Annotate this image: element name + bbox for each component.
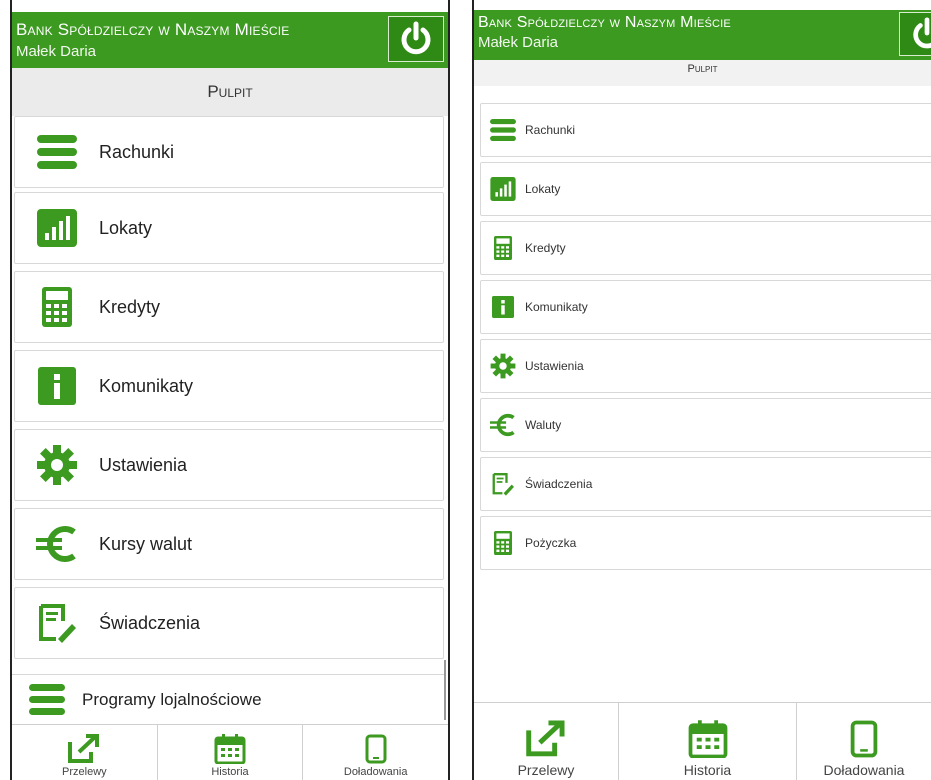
transfer-icon	[68, 734, 100, 763]
menu-item-programy-lojalnosciowe[interactable]: Programy lojalnościowe	[12, 674, 444, 724]
menu-label: Rachunki	[99, 141, 175, 162]
bank-name: Bank Spółdzielczy w Naszym Mieście	[478, 14, 731, 31]
menu-item-pozyczka[interactable]: Pożyczka	[480, 516, 931, 570]
nav-label: Doładowania	[823, 762, 905, 778]
gear-icon	[481, 353, 525, 379]
phone-icon	[850, 720, 878, 758]
scrollbar[interactable]	[444, 660, 446, 720]
page-title: Pulpit	[12, 68, 448, 116]
calendar-icon	[688, 720, 727, 758]
menu-label: Świadczenia	[99, 612, 201, 633]
nav-label: Historia	[211, 766, 249, 778]
menu-item-ustawienia[interactable]: Ustawienia	[14, 429, 444, 501]
menu-label: Komunikaty	[525, 300, 588, 314]
bank-name: Bank Spółdzielczy w Naszym Mieście	[16, 20, 290, 39]
nav-doladowania[interactable]: Doładowania	[797, 703, 931, 780]
calculator-icon	[481, 235, 525, 261]
menu-label: Świadczenia	[525, 477, 593, 491]
menu-label: Kredyty	[99, 296, 161, 317]
menu-item-lokaty[interactable]: Lokaty	[14, 192, 444, 264]
calendar-icon	[214, 734, 246, 764]
bottom-nav: Przelewy Historia Doładowania	[474, 702, 931, 780]
menu-item-kursy-walut[interactable]: Kursy walut	[14, 508, 444, 580]
nav-label: Przelewy	[62, 766, 107, 778]
list-icon	[481, 119, 525, 141]
nav-przelewy[interactable]: Przelewy	[474, 703, 619, 780]
bar-chart-icon	[481, 177, 525, 201]
menu-label: Pożyczka	[525, 536, 577, 550]
menu-item-rachunki[interactable]: Rachunki	[480, 103, 931, 157]
logout-button[interactable]	[899, 12, 931, 56]
calculator-icon	[15, 287, 99, 327]
power-icon	[401, 21, 431, 55]
info-icon	[481, 296, 525, 318]
menu-item-komunikaty[interactable]: Komunikaty	[480, 280, 931, 334]
calculator-icon	[481, 530, 525, 556]
app-header: Bank Spółdzielczy w Naszym Mieście Małek…	[474, 10, 931, 60]
document-edit-icon	[15, 603, 99, 643]
menu-item-lokaty[interactable]: Lokaty	[480, 162, 931, 216]
nav-doladowania[interactable]: Doładowania	[303, 725, 448, 780]
menu-item-kredyty[interactable]: Kredyty	[14, 271, 444, 343]
nav-przelewy[interactable]: Przelewy	[12, 725, 158, 780]
phone-icon	[365, 734, 387, 764]
right-screen: Bank Spółdzielczy w Naszym Mieście Małek…	[472, 0, 931, 780]
menu-label: Komunikaty	[99, 375, 194, 396]
menu-item-swiadczenia[interactable]: Świadczenia	[14, 587, 444, 659]
document-edit-icon	[481, 472, 525, 496]
menu-label: Ustawienia	[525, 359, 584, 373]
logout-button[interactable]	[388, 16, 444, 62]
nav-label: Przelewy	[517, 762, 575, 778]
nav-label: Historia	[683, 762, 732, 778]
page-title: Pulpit	[474, 60, 931, 86]
menu-label: Lokaty	[525, 182, 561, 196]
left-screen: Bank Spółdzielczy w Naszym Mieście Małek…	[10, 0, 450, 780]
gear-icon	[15, 444, 99, 486]
nav-historia[interactable]: Historia	[619, 703, 797, 780]
menu-label: Ustawienia	[99, 454, 188, 475]
info-icon	[15, 367, 99, 405]
bottom-nav: Przelewy Historia Doładowania	[12, 724, 448, 780]
menu-label: Kursy walut	[99, 533, 193, 554]
menu-item-kredyty[interactable]: Kredyty	[480, 221, 931, 275]
euro-icon	[15, 525, 99, 563]
menu-item-swiadczenia[interactable]: Świadczenia	[480, 457, 931, 511]
nav-historia[interactable]: Historia	[158, 725, 304, 780]
menu-item-rachunki[interactable]: Rachunki	[14, 116, 444, 188]
menu-label: Programy lojalnościowe	[82, 689, 262, 709]
menu-label: Lokaty	[99, 217, 153, 238]
menu-label: Kredyty	[525, 241, 566, 255]
app-header: Bank Spółdzielczy w Naszym Mieście Małek…	[12, 12, 448, 68]
power-icon	[913, 17, 931, 49]
bar-chart-icon	[15, 209, 99, 247]
list-icon	[15, 135, 99, 169]
euro-icon	[481, 413, 525, 437]
menu-item-ustawienia[interactable]: Ustawienia	[480, 339, 931, 393]
menu-item-komunikaty[interactable]: Komunikaty	[14, 350, 444, 422]
transfer-icon	[526, 720, 565, 757]
menu-label: Waluty	[525, 418, 562, 432]
list-icon	[12, 683, 82, 716]
user-name: Małek Daria	[16, 43, 97, 60]
menu-label: Rachunki	[525, 123, 576, 137]
nav-label: Doładowania	[343, 766, 408, 778]
user-name: Małek Daria	[478, 34, 559, 51]
menu-item-waluty[interactable]: Waluty	[480, 398, 931, 452]
